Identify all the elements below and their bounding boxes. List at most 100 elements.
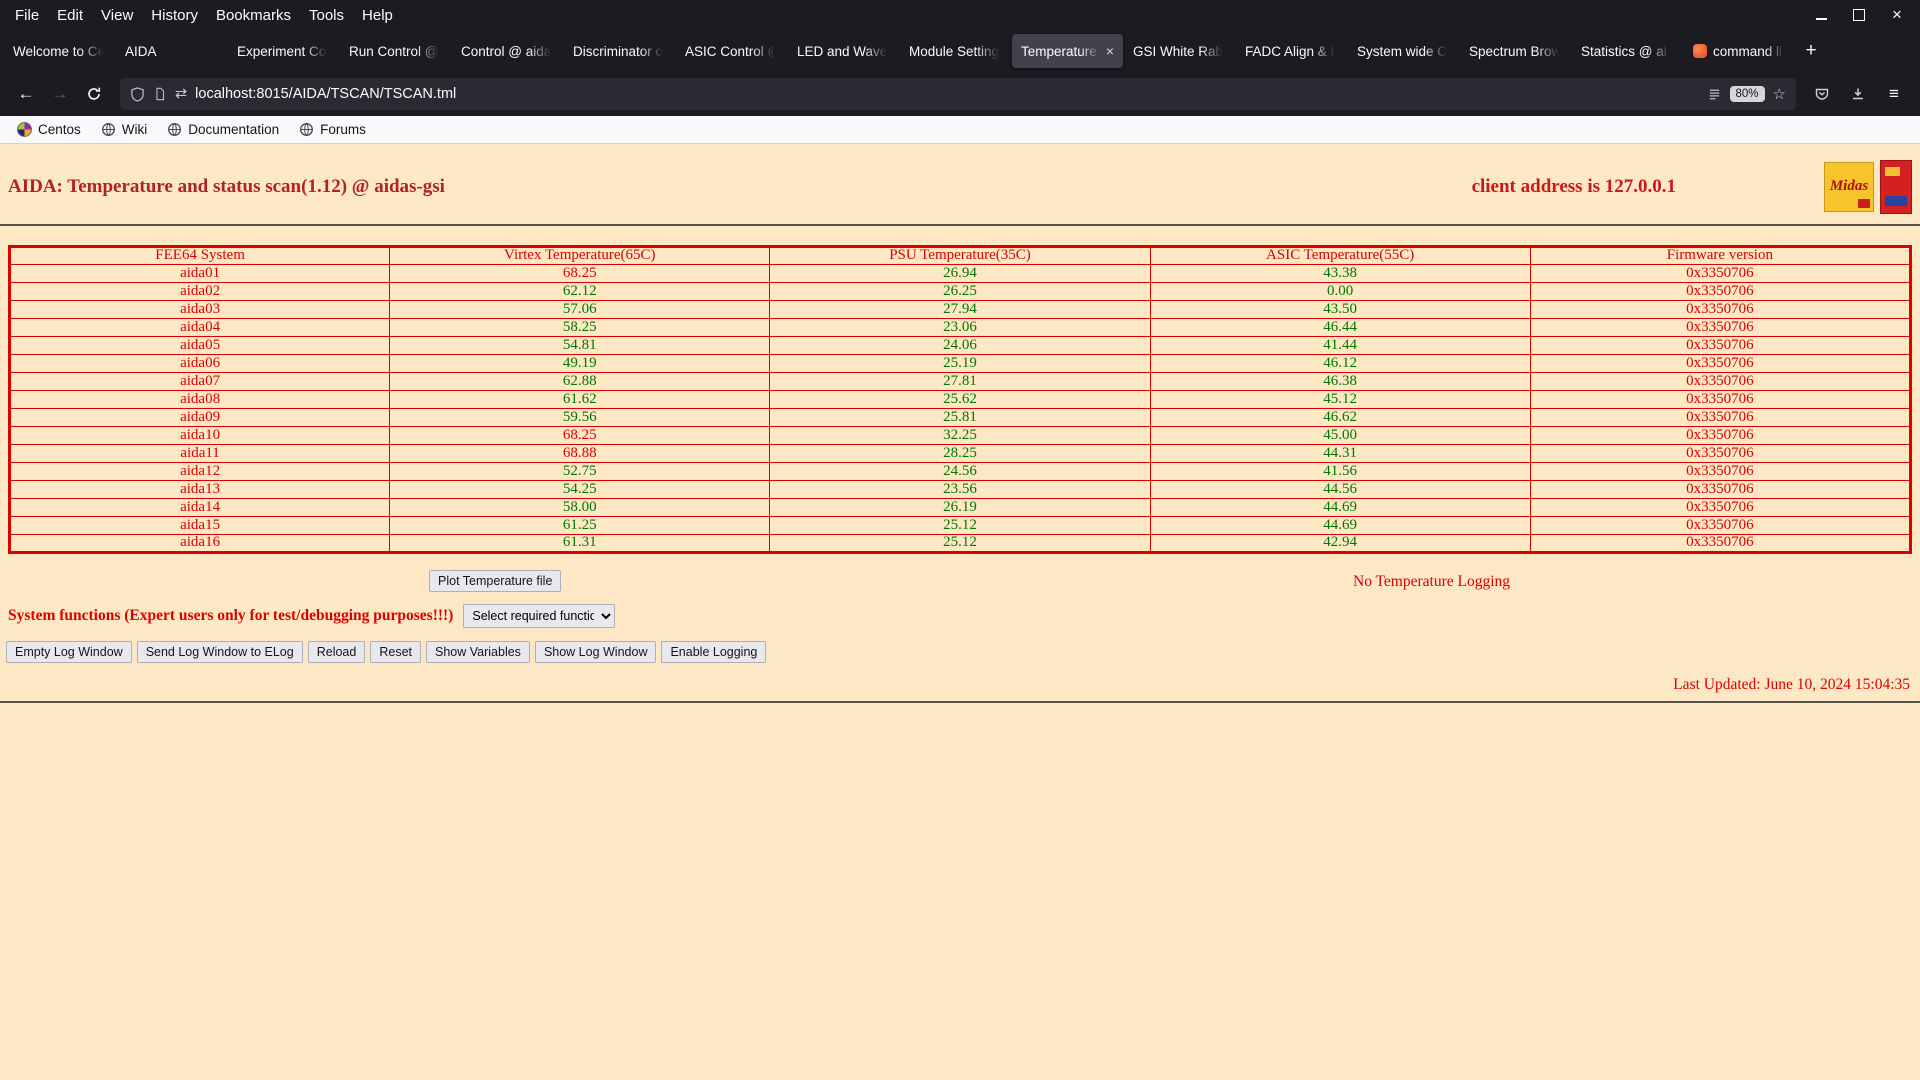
tab-label: Module Setting [909,43,1000,59]
new-tab-button[interactable]: + [1796,36,1826,66]
maximize-icon[interactable] [1844,3,1874,27]
action-button-reset[interactable]: Reset [370,641,421,663]
table-row: aida02 62.12 26.25 0.00 0x3350706 [8,282,1912,301]
bookmark-documentation[interactable]: Documentation [160,120,286,139]
tab-led-and-wavef[interactable]: LED and Wavef [788,34,899,68]
menubar: File Edit View History Bookmarks Tools Help × [0,0,1920,30]
shield-icon[interactable] [130,86,145,102]
fee-name-cell: aida01 [8,264,391,283]
action-button-reload[interactable]: Reload [307,641,366,663]
url-input[interactable]: localhost:8015/AIDA/TSCAN/TSCAN.tml [195,86,1698,102]
psu-temp-cell: 23.06 [769,318,1151,337]
bookmarks-items: Centos Wiki Documentation Forums [10,120,373,139]
firmware-cell: 0x3350706 [1529,300,1912,319]
action-button-show-log-window[interactable]: Show Log Window [534,641,657,663]
fee-name-cell: aida10 [8,426,391,445]
experiment-logo [1880,159,1912,214]
table-body: aida01 68.25 26.94 43.38 0x3350706 aida02 62.1… [8,264,1912,553]
menu-item-edit[interactable]: Edit [48,4,92,27]
bookmark-label: Centos [38,122,81,137]
tab-system-wide-c[interactable]: System wide C [1348,34,1459,68]
tab-command-li[interactable]: command li [1684,34,1795,68]
action-button-send-log-window-to-elog[interactable]: Send Log Window to ELog [136,641,303,663]
asic-temp-cell: 46.12 [1149,354,1531,373]
menu-item-history[interactable]: History [142,4,207,27]
back-icon[interactable]: ← [10,78,42,110]
tabstrip: Welcome to Ce AIDA Experiment Co Run Contro… [0,30,1920,72]
tab-welcome-to-ce[interactable]: Welcome to Ce [4,34,115,68]
close-tab-icon[interactable]: × [1106,43,1114,59]
virtex-temp-cell: 68.88 [389,444,771,463]
tab-statistics-ai[interactable]: Statistics @ ai [1572,34,1683,68]
globe-icon [167,122,182,137]
tab-label: Welcome to Ce [13,43,106,59]
tab-label: Discriminator c [573,43,663,59]
pocket-icon[interactable] [1806,78,1838,110]
action-button-empty-log-window[interactable]: Empty Log Window [6,641,132,663]
tab-label: Control @ aida [461,43,552,59]
tab-discriminator-c[interactable]: Discriminator c [564,34,675,68]
menu-item-help[interactable]: Help [353,4,402,27]
table-row: aida10 68.25 32.25 45.00 0x3350706 [8,426,1912,445]
function-select[interactable]: Select required function [463,604,616,628]
asic-temp-cell: 46.38 [1149,372,1531,391]
column-header: ASIC Temperature(55C) [1149,246,1531,265]
tab-control-aida[interactable]: Control @ aida [452,34,563,68]
fee-name-cell: aida05 [8,336,391,355]
zoom-level-badge[interactable]: 80% [1729,86,1765,102]
tab-module-setting[interactable]: Module Setting [900,34,1011,68]
asic-temp-cell: 44.69 [1149,516,1531,535]
asic-temp-cell: 43.38 [1149,264,1531,283]
bookmark-wiki[interactable]: Wiki [94,120,155,139]
downloads-icon[interactable] [1842,78,1874,110]
asic-temp-cell: 41.56 [1149,462,1531,481]
tab-asic-control[interactable]: ASIC Control @ [676,34,787,68]
page-info-icon[interactable] [153,87,167,101]
plot-temperature-button[interactable]: Plot Temperature file [429,570,562,592]
menu-item-bookmarks[interactable]: Bookmarks [207,4,300,27]
reader-view-icon[interactable] [1707,87,1722,102]
tab-aida[interactable]: AIDA [116,34,227,68]
menu-item-view[interactable]: View [92,4,142,27]
globe-icon [101,122,116,137]
bookmark-centos[interactable]: Centos [10,120,88,139]
minimize-icon[interactable] [1806,3,1836,27]
reload-icon[interactable] [78,78,110,110]
table-row: aida13 54.25 23.56 44.56 0x3350706 [8,480,1912,499]
port-forward-icon[interactable]: ⇄ [175,86,187,102]
page: AIDA: Temperature and status scan(1.12) … [0,144,1920,1080]
tab-temperature[interactable]: Temperature × [1012,34,1123,68]
table-row: aida12 52.75 24.56 41.56 0x3350706 [8,462,1912,481]
table-row: aida07 62.88 27.81 46.38 0x3350706 [8,372,1912,391]
fee-name-cell: aida15 [8,516,391,535]
close-icon[interactable]: × [1882,3,1912,27]
virtex-temp-cell: 49.19 [389,354,771,373]
tab-spectrum-brow[interactable]: Spectrum Brow [1460,34,1571,68]
tab-label: Temperature [1021,43,1097,59]
tab-label: Spectrum Brow [1469,43,1562,59]
tab-fadc-align-l[interactable]: FADC Align & L [1236,34,1347,68]
tab-experiment-co[interactable]: Experiment Co [228,34,339,68]
column-header: Virtex Temperature(65C) [389,246,771,265]
bookmark-forums[interactable]: Forums [292,120,373,139]
tab-run-control[interactable]: Run Control @ [340,34,451,68]
action-button-enable-logging[interactable]: Enable Logging [661,641,767,663]
centos-icon [17,122,32,137]
firmware-cell: 0x3350706 [1529,480,1912,499]
menu-item-file[interactable]: File [6,4,48,27]
psu-temp-cell: 28.25 [769,444,1151,463]
psu-temp-cell: 27.81 [769,372,1151,391]
firmware-cell: 0x3350706 [1529,462,1912,481]
menu-item-tools[interactable]: Tools [300,4,353,27]
menubar-items: File Edit View History Bookmarks Tools Help [6,4,402,27]
firmware-cell: 0x3350706 [1529,264,1912,283]
tab-gsi-white-rab[interactable]: GSI White Rab [1124,34,1235,68]
asic-temp-cell: 41.44 [1149,336,1531,355]
url-bar[interactable]: ⇄ localhost:8015/AIDA/TSCAN/TSCAN.tml 80… [120,78,1796,110]
menu-icon[interactable]: ≡ [1878,78,1910,110]
bookmark-star-icon[interactable]: ☆ [1773,85,1786,103]
column-header: Firmware version [1529,246,1912,265]
forward-icon[interactable]: → [44,78,76,110]
table-row: aida15 61.25 25.12 44.69 0x3350706 [8,516,1912,535]
action-button-show-variables[interactable]: Show Variables [426,641,530,663]
